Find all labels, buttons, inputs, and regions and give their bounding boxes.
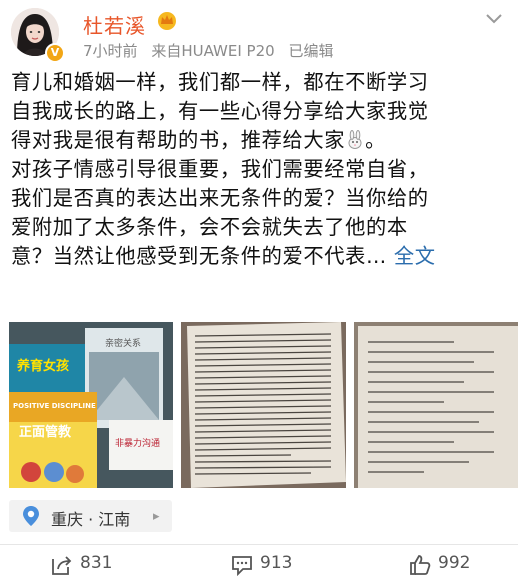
post-image-page-2[interactable] — [354, 322, 518, 488]
book-title: 正面管教 — [19, 424, 72, 440]
text-segment: 意？当然让他感受到无条件的爱不代表… — [11, 244, 387, 268]
username[interactable]: 杜若溪 — [83, 10, 146, 39]
location-tag[interactable]: 重庆 · 江南 ▸ — [9, 500, 172, 532]
book-title: POSITIVE DISCIPLINE — [13, 402, 96, 410]
text-line: 育儿和婚姻一样，我们都一样，都在不断学习 — [11, 70, 429, 94]
book-title: 养育女孩 — [16, 358, 69, 374]
post-time: 7小时前 — [83, 42, 138, 60]
divider — [0, 544, 518, 545]
book-title: 亲密关系 — [105, 337, 141, 349]
like-button[interactable]: 992 — [408, 553, 488, 577]
edited-label[interactable]: 已编辑 — [288, 42, 333, 60]
text-line: 意？当然让他感受到无条件的爱不代表… 全文 — [11, 242, 511, 271]
text-segment: 得对我是很有帮助的书，推荐给大家 — [11, 128, 346, 152]
post-meta: 7小时前 来自HUAWEI P20 已编辑 — [83, 40, 342, 61]
rabbit-emoji-icon — [348, 130, 362, 149]
full-text-link[interactable]: 全文 — [394, 244, 436, 268]
chevron-right-icon: ▸ — [153, 509, 160, 524]
comment-icon — [232, 556, 252, 577]
text-line: 我们是否真的表达出来无条件的爱？当你给的 — [11, 186, 429, 210]
location-pin-icon — [23, 506, 39, 526]
crown-icon[interactable] — [155, 10, 179, 30]
text-line: 自我成长的路上，有一些心得分享给大家我觉 — [11, 99, 429, 123]
text-line: 爱附加了太多条件，会不会就失去了他的本 — [11, 215, 408, 239]
text-line: 得对我是很有帮助的书，推荐给大家 。 — [11, 126, 511, 155]
post-header: V 杜若溪 7小时前 来自HUAWEI P20 已编辑 — [0, 0, 518, 64]
verified-badge-icon: V — [45, 43, 65, 63]
post-text: 育儿和婚姻一样，我们都一样，都在不断学习 自我成长的路上，有一些心得分享给大家我… — [11, 68, 511, 271]
repost-icon — [52, 556, 72, 575]
location-label: 重庆 · 江南 — [51, 510, 131, 529]
post-source: 来自HUAWEI P20 — [151, 42, 275, 60]
repost-button[interactable]: 831 — [50, 553, 130, 577]
text-line: 对孩子情感引导很重要，我们需要经常自省， — [11, 157, 429, 181]
comment-button[interactable]: 913 — [230, 553, 310, 577]
post-image-page-1[interactable] — [181, 322, 346, 488]
text-segment: 。 — [365, 128, 386, 152]
repost-count: 831 — [80, 553, 113, 573]
comment-count: 913 — [260, 553, 293, 573]
chevron-down-icon[interactable] — [486, 14, 502, 24]
action-bar: 831 913 992 — [0, 547, 518, 584]
thumbs-up-icon — [410, 555, 431, 575]
post-image-books[interactable]: 养育女孩 POSITIVE DISCIPLINE 正面管教 亲密关系 非暴力沟通 — [9, 322, 173, 488]
like-count: 992 — [438, 553, 471, 573]
book-title: 非暴力沟通 — [115, 437, 160, 449]
